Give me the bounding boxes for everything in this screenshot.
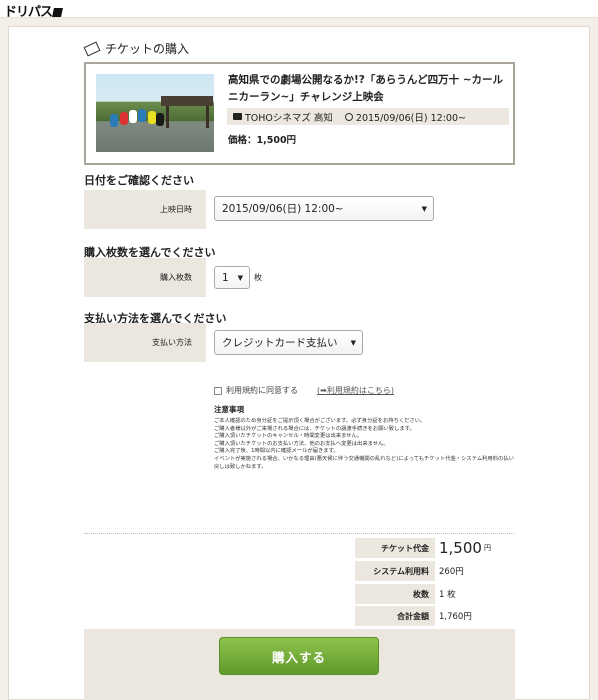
camera-icon xyxy=(233,113,242,120)
notes-list: ご本人確認のため身分証をご提示頂く場合がございます。必ず身分証をお持ちください。… xyxy=(214,418,514,471)
quantity-select[interactable]: 1 ▼ xyxy=(214,266,250,289)
photo-cyclist xyxy=(120,112,128,125)
photo-cyclist xyxy=(129,110,137,123)
summary-label: チケット代金 xyxy=(355,538,435,558)
quantity-unit: 枚 xyxy=(254,273,262,282)
divider xyxy=(84,533,514,534)
notes-line: ご購入完了後、1時間以内に確認メールが届きます。 xyxy=(214,448,339,455)
date-label: 上映日時 xyxy=(84,190,206,229)
event-photo xyxy=(96,74,214,152)
theater-info: TOHOシネマズ 高知 xyxy=(233,110,333,124)
summary-label: システム利用料 xyxy=(355,561,435,581)
event-title: 高知県での劇場公開なるか!?「あらうんど四万十 ~カールニカーラン~」チャレンジ… xyxy=(228,74,504,103)
dropdown-arrow-icon: ▼ xyxy=(350,338,356,347)
notes-line: イベントが実施される場合、いかなる理由(悪天候に伴う交通機関の乱れなど)によって… xyxy=(214,455,514,470)
ticket-icon xyxy=(83,41,101,56)
summary-ticket-price: チケット代金 1,500 円 xyxy=(355,538,515,558)
logo-text: ドリパス xyxy=(4,5,53,20)
payment-select[interactable]: クレジットカード支払い ▼ xyxy=(214,330,363,355)
event-meta: TOHOシネマズ 高知 2015/09/06(日) 12:00~ xyxy=(227,108,509,125)
summary-value: 1,500 円 xyxy=(439,538,491,558)
buy-area: 購入する xyxy=(84,629,515,700)
date-select-value: 2015/09/06(日) 12:00~ xyxy=(222,203,344,215)
photo-cyclist xyxy=(138,109,146,122)
ticket-price-value: 1,500 xyxy=(439,539,482,557)
dropdown-arrow-icon: ▼ xyxy=(421,204,427,213)
agree-label[interactable]: 利用規約に同意する xyxy=(226,385,298,396)
logo-mark-icon xyxy=(52,8,63,17)
datetime-info: 2015/09/06(日) 12:00~ xyxy=(344,110,466,124)
quantity-label: 購入枚数 xyxy=(84,258,206,297)
event-price: 価格：1,500円 xyxy=(228,135,297,146)
payment-label: 支払い方法 xyxy=(84,323,206,362)
summary-total: 合計金額 1,760円 xyxy=(355,606,515,626)
date-section-title: 日付をご確認ください xyxy=(84,174,194,187)
payment-select-value: クレジットカード支払い xyxy=(222,337,338,349)
site-logo[interactable]: ドリパス xyxy=(4,1,63,20)
ticket-price-unit: 円 xyxy=(483,544,491,552)
summary-system-fee: システム利用料 260円 xyxy=(355,561,515,581)
summary-label: 枚数 xyxy=(355,584,435,604)
notes-title: 注意事項 xyxy=(214,405,244,414)
event-card: 高知県での劇場公開なるか!?「あらうんど四万十 ~カールニカーラン~」チャレンジ… xyxy=(84,62,515,165)
photo-shelter xyxy=(161,96,213,106)
photo-cyclist xyxy=(110,114,118,127)
photo-post xyxy=(166,106,169,128)
quantity-select-value: 1 xyxy=(222,271,229,284)
photo-cyclist xyxy=(148,111,156,124)
theater-name: TOHOシネマズ 高知 xyxy=(245,112,333,124)
system-fee-value: 260円 xyxy=(439,567,464,577)
date-select[interactable]: 2015/09/06(日) 12:00~ ▼ xyxy=(214,196,434,221)
dropdown-arrow-icon: ▼ xyxy=(237,273,243,282)
photo-cyclist xyxy=(156,113,164,126)
summary-count: 枚数 1 枚 xyxy=(355,584,515,604)
buy-button[interactable]: 購入する xyxy=(219,637,379,675)
count-value: 1 枚 xyxy=(439,590,456,600)
notes-line: ご本人確認のため身分証をご提示頂く場合がございます。必ず身分証をお持ちください。 xyxy=(214,418,426,424)
agree-checkbox[interactable] xyxy=(214,386,222,395)
ticket-heading: チケットの購入 xyxy=(83,40,190,57)
agree-row: 利用規約に同意する xyxy=(214,385,298,396)
photo-post xyxy=(206,106,209,128)
clock-icon xyxy=(344,112,353,121)
notes-line: ご購入頂いたチケットのキャンセル・時間変更は出来ません。 xyxy=(214,433,363,440)
top-bar: ドリパス xyxy=(0,0,598,20)
event-datetime: 2015/09/06(日) 12:00~ xyxy=(355,112,466,124)
ticket-heading-text: チケットの購入 xyxy=(105,42,190,56)
total-value: 1,760円 xyxy=(439,612,472,622)
summary-label: 合計金額 xyxy=(355,606,435,626)
terms-link[interactable]: (➡利用規約はこちら) xyxy=(317,385,394,396)
